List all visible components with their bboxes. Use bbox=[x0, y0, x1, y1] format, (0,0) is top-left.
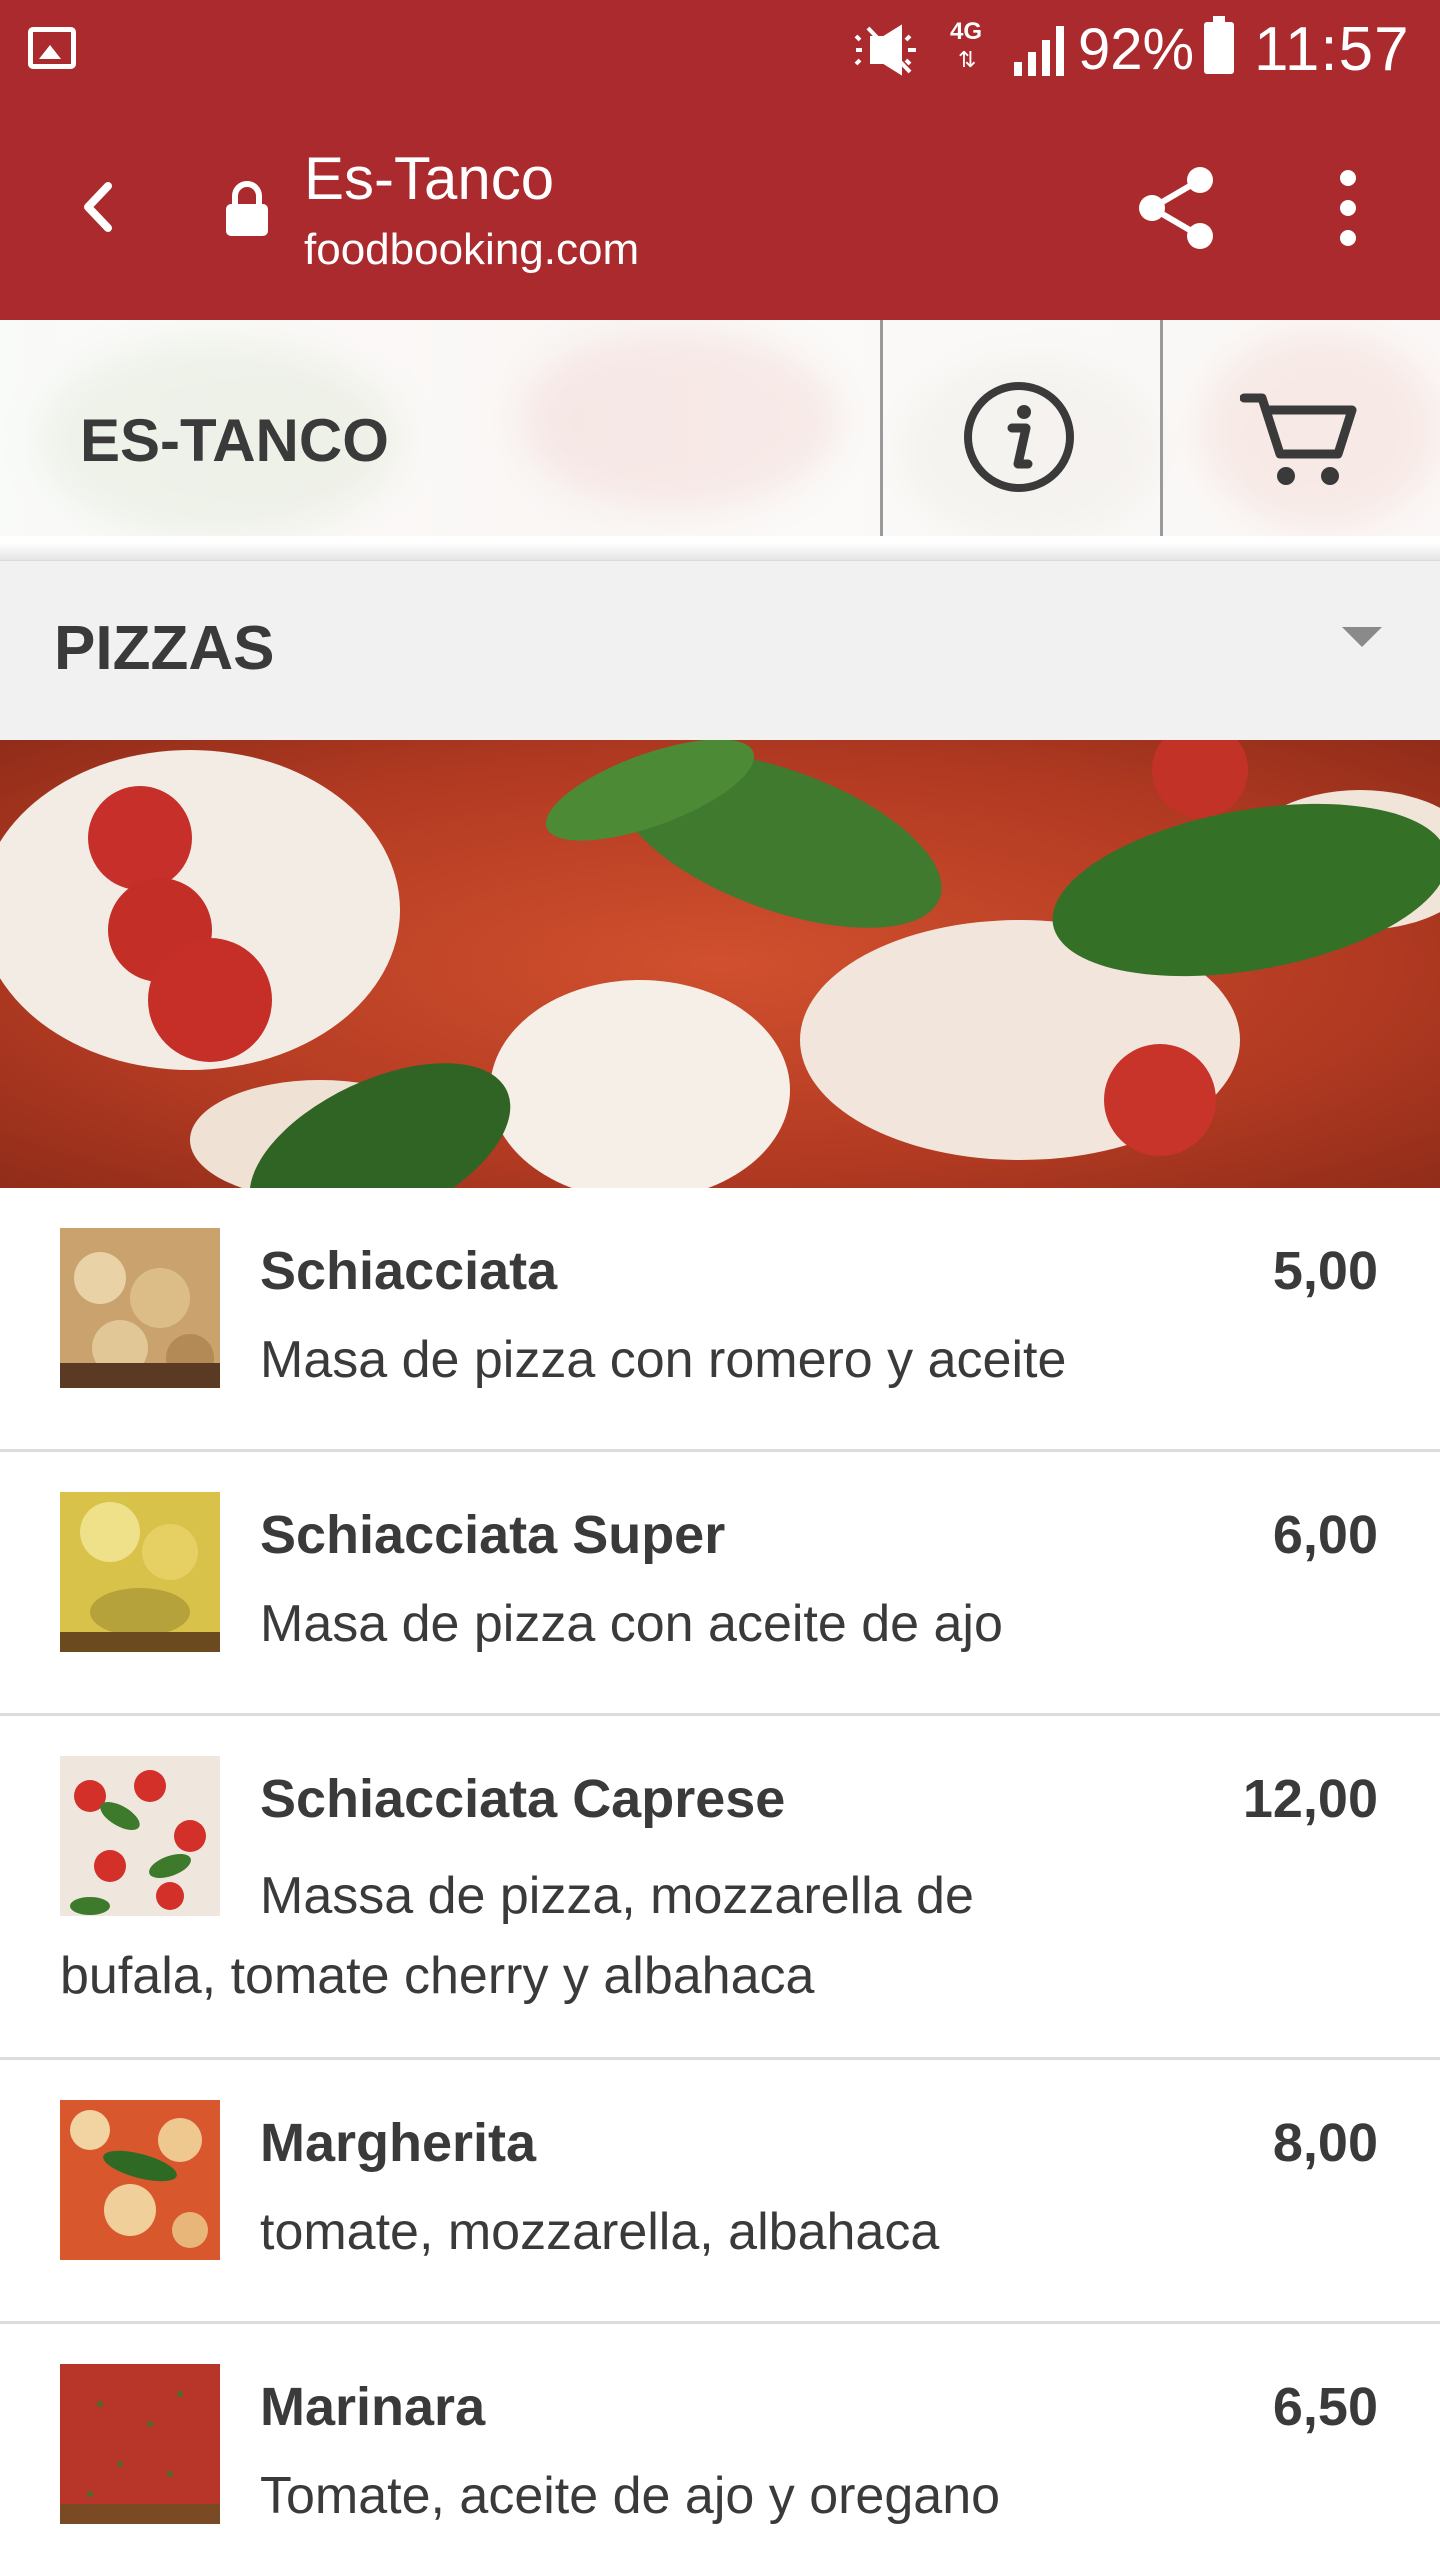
item-name: Schiacciata Super bbox=[260, 1505, 726, 1565]
category-label: PIZZAS bbox=[54, 614, 275, 683]
header-divider bbox=[1160, 320, 1163, 560]
item-thumbnail bbox=[60, 1228, 220, 1388]
signal-icon bbox=[1014, 26, 1064, 76]
item-description: tomate, mozzarella, albahaca bbox=[260, 2203, 940, 2261]
category-dropdown[interactable]: PIZZAS bbox=[0, 560, 1440, 740]
info-icon[interactable] bbox=[962, 380, 1076, 494]
lock-icon bbox=[226, 181, 268, 236]
clock: 11:57 bbox=[1254, 15, 1410, 84]
cart-icon[interactable] bbox=[1240, 384, 1360, 494]
item-description: Massa de pizza, mozzarella de bufala, to… bbox=[60, 1867, 974, 2005]
menu-item[interactable]: Margherita 8,00 tomate, mozzarella, alba… bbox=[0, 2060, 1440, 2324]
item-price: 5,00 bbox=[1272, 1241, 1378, 1301]
battery-icon bbox=[1204, 16, 1234, 74]
gallery-icon bbox=[28, 27, 76, 69]
mute-icon bbox=[854, 24, 916, 76]
item-thumbnail bbox=[60, 2100, 220, 2260]
dropdown-caret-icon bbox=[1342, 627, 1382, 647]
menu-list: Schiacciata 5,00 Masa de pizza con romer… bbox=[0, 1188, 1440, 2560]
header-divider bbox=[880, 320, 883, 560]
page-url[interactable]: foodbooking.com bbox=[304, 222, 639, 278]
menu-item[interactable]: Schiacciata Super 6,00 Masa de pizza con… bbox=[0, 1452, 1440, 1716]
item-price: 12,00 bbox=[1242, 1769, 1378, 1829]
item-price: 8,00 bbox=[1272, 2113, 1378, 2173]
more-vert-icon[interactable] bbox=[1328, 164, 1368, 252]
restaurant-name: ES-TANCO bbox=[80, 407, 389, 474]
item-name: Schiacciata Caprese bbox=[260, 1769, 786, 1829]
item-description: Tomate, aceite de ajo y oregano bbox=[260, 2467, 1001, 2525]
item-name: Margherita bbox=[260, 2113, 537, 2173]
share-icon[interactable] bbox=[1134, 164, 1222, 252]
menu-item[interactable]: Schiacciata Caprese 12,00 Massa de pizza… bbox=[0, 1716, 1440, 2060]
item-name: Marinara bbox=[260, 2377, 486, 2437]
item-price: 6,50 bbox=[1272, 2377, 1378, 2437]
item-name: Schiacciata bbox=[260, 1241, 558, 1301]
page-title: Es-Tanco bbox=[304, 145, 555, 212]
back-icon[interactable] bbox=[70, 172, 126, 242]
category-banner-image bbox=[0, 740, 1440, 1188]
network-type: 4G bbox=[950, 18, 983, 45]
item-price: 6,00 bbox=[1272, 1505, 1378, 1565]
status-bar: 4G ⇅ 92% 11:57 bbox=[0, 0, 1440, 100]
battery-percent: 92% bbox=[1078, 17, 1195, 82]
item-thumbnail bbox=[60, 1492, 220, 1652]
menu-item[interactable]: Schiacciata 5,00 Masa de pizza con romer… bbox=[0, 1188, 1440, 1452]
restaurant-header: ES-TANCO bbox=[0, 320, 1440, 560]
item-description: Masa de pizza con aceite de ajo bbox=[260, 1595, 1003, 1653]
item-thumbnail bbox=[60, 2364, 220, 2524]
item-description: Masa de pizza con romero y aceite bbox=[260, 1331, 1067, 1389]
network-arrows-icon: ⇅ bbox=[958, 47, 977, 72]
browser-toolbar: Es-Tanco foodbooking.com bbox=[0, 100, 1440, 320]
menu-item[interactable]: Marinara 6,50 Tomate, aceite de ajo y or… bbox=[0, 2324, 1440, 2560]
